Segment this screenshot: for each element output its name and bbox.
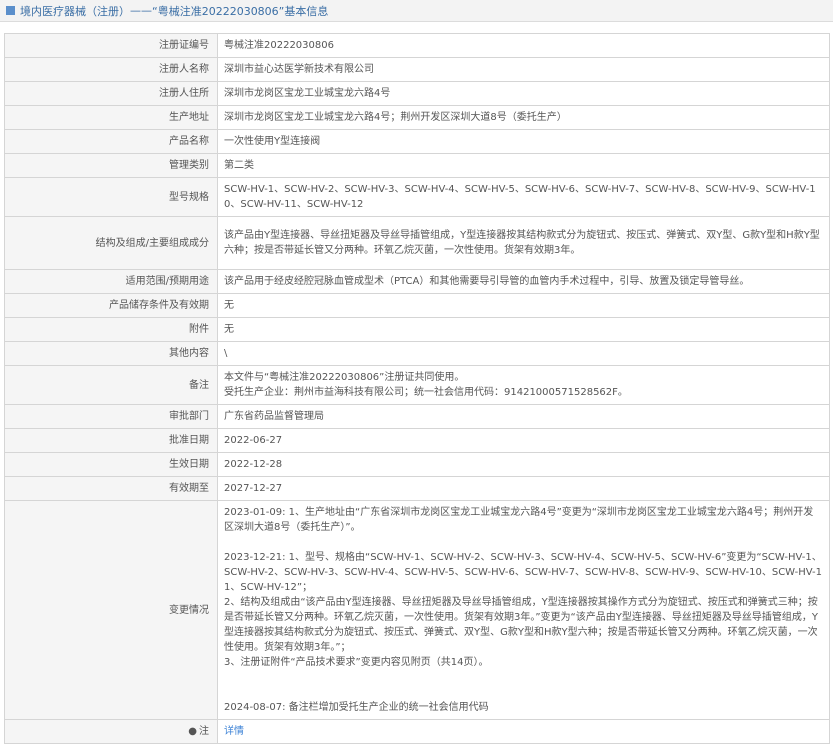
label-approve-date: 批准日期 (4, 428, 218, 453)
value-model: SCW-HV-1、SCW-HV-2、SCW-HV-3、SCW-HV-4、SCW-… (217, 177, 830, 217)
row-production-addr: 生产地址 深圳市龙岗区宝龙工业城宝龙六路4号；荆州开发区深圳大道8号（委托生产） (4, 105, 830, 130)
header-category: 境内医疗器械（注册） (20, 4, 130, 18)
value-dept: 广东省药品监督管理局 (217, 404, 830, 429)
remark-line-1: 本文件与“粤械注准20222030806”注册证共同使用。 (224, 372, 465, 383)
label-note: ● 注 (4, 719, 218, 744)
row-storage: 产品储存条件及有效期 无 (4, 293, 830, 318)
row-remark: 备注 本文件与“粤械注准20222030806”注册证共同使用。 受托生产企业：… (4, 365, 830, 405)
value-production-addr: 深圳市龙岗区宝龙工业城宝龙六路4号；荆州开发区深圳大道8号（委托生产） (217, 105, 830, 130)
change-entry-1: 2023-01-09: 1、生产地址由“广东省深圳市龙岗区宝龙工业城宝龙六路4号… (224, 507, 814, 533)
value-structure: 该产品由Y型连接器、导丝扭矩器及导丝导插管组成，Y型连接器按其结构款式分为旋钮式… (217, 216, 830, 270)
value-changes: 2023-01-09: 1、生产地址由“广东省深圳市龙岗区宝龙工业城宝龙六路4号… (217, 500, 830, 720)
change-entry-2-part-3: 3、注册证附件“产品技术要求”变更内容见附页（共14页）。 (224, 657, 489, 668)
row-expiry: 有效期至 2027-12-27 (4, 476, 830, 501)
row-other: 其他内容 \ (4, 341, 830, 366)
value-storage: 无 (217, 293, 830, 318)
value-product-name: 一次性使用Y型连接阀 (217, 129, 830, 154)
value-other: \ (217, 341, 830, 366)
label-scope: 适用范围/预期用途 (4, 269, 218, 294)
label-attachment: 附件 (4, 317, 218, 342)
label-registrant: 注册人名称 (4, 57, 218, 82)
value-expiry: 2027-12-27 (217, 476, 830, 501)
value-scope: 该产品用于经皮经腔冠脉血管成型术（PTCA）和其他需要导引导管的血管内手术过程中… (217, 269, 830, 294)
row-registrant: 注册人名称 深圳市益心达医学新技术有限公司 (4, 57, 830, 82)
value-remark: 本文件与“粤械注准20222030806”注册证共同使用。 受托生产企业：荆州市… (217, 365, 830, 405)
change-entry-3: 2024-08-07: 备注栏增加受托生产企业的统一社会信用代码 (224, 702, 489, 713)
change-entry-2-part-2: 2、结构及组成由“该产品由Y型连接器、导丝扭矩器及导丝导插管组成，Y型连接器按其… (224, 597, 818, 653)
row-product-name: 产品名称 一次性使用Y型连接阀 (4, 129, 830, 154)
label-changes: 变更情况 (4, 500, 218, 720)
header-title: “粤械注准20222030806”基本信息 (152, 4, 329, 18)
row-approve-date: 批准日期 2022-06-27 (4, 428, 830, 453)
change-spacer (224, 670, 823, 685)
label-model: 型号规格 (4, 177, 218, 217)
value-registrant: 深圳市益心达医学新技术有限公司 (217, 57, 830, 82)
details-link[interactable]: 详情 (224, 726, 244, 737)
value-category: 第二类 (217, 153, 830, 178)
label-storage: 产品储存条件及有效期 (4, 293, 218, 318)
row-changes: 变更情况 2023-01-09: 1、生产地址由“广东省深圳市龙岗区宝龙工业城宝… (4, 500, 830, 720)
header-dash: —— (130, 4, 152, 17)
label-product-name: 产品名称 (4, 129, 218, 154)
pin-icon: ● (188, 726, 197, 737)
remark-line-2: 受托生产企业：荆州市益海科技有限公司；统一社会信用代码：914210005715… (224, 387, 628, 398)
value-attachment: 无 (217, 317, 830, 342)
label-effective-date: 生效日期 (4, 452, 218, 477)
row-structure: 结构及组成/主要组成成分 该产品由Y型连接器、导丝扭矩器及导丝导插管组成，Y型连… (4, 216, 830, 270)
label-other: 其他内容 (4, 341, 218, 366)
label-category: 管理类别 (4, 153, 218, 178)
square-icon (6, 6, 15, 15)
row-effective-date: 生效日期 2022-12-28 (4, 452, 830, 477)
change-entry-2-part-1: 2023-12-21: 1、型号、规格由“SCW-HV-1、SCW-HV-2、S… (224, 552, 823, 593)
row-category: 管理类别 第二类 (4, 153, 830, 178)
row-attachment: 附件 无 (4, 317, 830, 342)
value-reg-no: 粤械注准20222030806 (217, 33, 830, 58)
value-approve-date: 2022-06-27 (217, 428, 830, 453)
row-model: 型号规格 SCW-HV-1、SCW-HV-2、SCW-HV-3、SCW-HV-4… (4, 177, 830, 217)
label-remark: 备注 (4, 365, 218, 405)
value-effective-date: 2022-12-28 (217, 452, 830, 477)
row-scope: 适用范围/预期用途 该产品用于经皮经腔冠脉血管成型术（PTCA）和其他需要导引导… (4, 269, 830, 294)
page-header: 境内医疗器械（注册） —— “粤械注准20222030806”基本信息 (0, 0, 833, 22)
row-dept: 审批部门 广东省药品监督管理局 (4, 404, 830, 429)
row-reg-no: 注册证编号 粤械注准20222030806 (4, 33, 830, 58)
value-note: 详情 (217, 719, 830, 744)
value-registrant-addr: 深圳市龙岗区宝龙工业城宝龙六路4号 (217, 81, 830, 106)
label-registrant-addr: 注册人住所 (4, 81, 218, 106)
info-table: 注册证编号 粤械注准20222030806 注册人名称 深圳市益心达医学新技术有… (4, 33, 830, 744)
row-note: ● 注 详情 (4, 719, 830, 744)
change-spacer (224, 535, 823, 550)
label-note-text: 注 (199, 726, 209, 737)
row-registrant-addr: 注册人住所 深圳市龙岗区宝龙工业城宝龙六路4号 (4, 81, 830, 106)
label-production-addr: 生产地址 (4, 105, 218, 130)
label-structure: 结构及组成/主要组成成分 (4, 216, 218, 270)
change-spacer (224, 685, 823, 700)
label-reg-no: 注册证编号 (4, 33, 218, 58)
label-expiry: 有效期至 (4, 476, 218, 501)
label-dept: 审批部门 (4, 404, 218, 429)
